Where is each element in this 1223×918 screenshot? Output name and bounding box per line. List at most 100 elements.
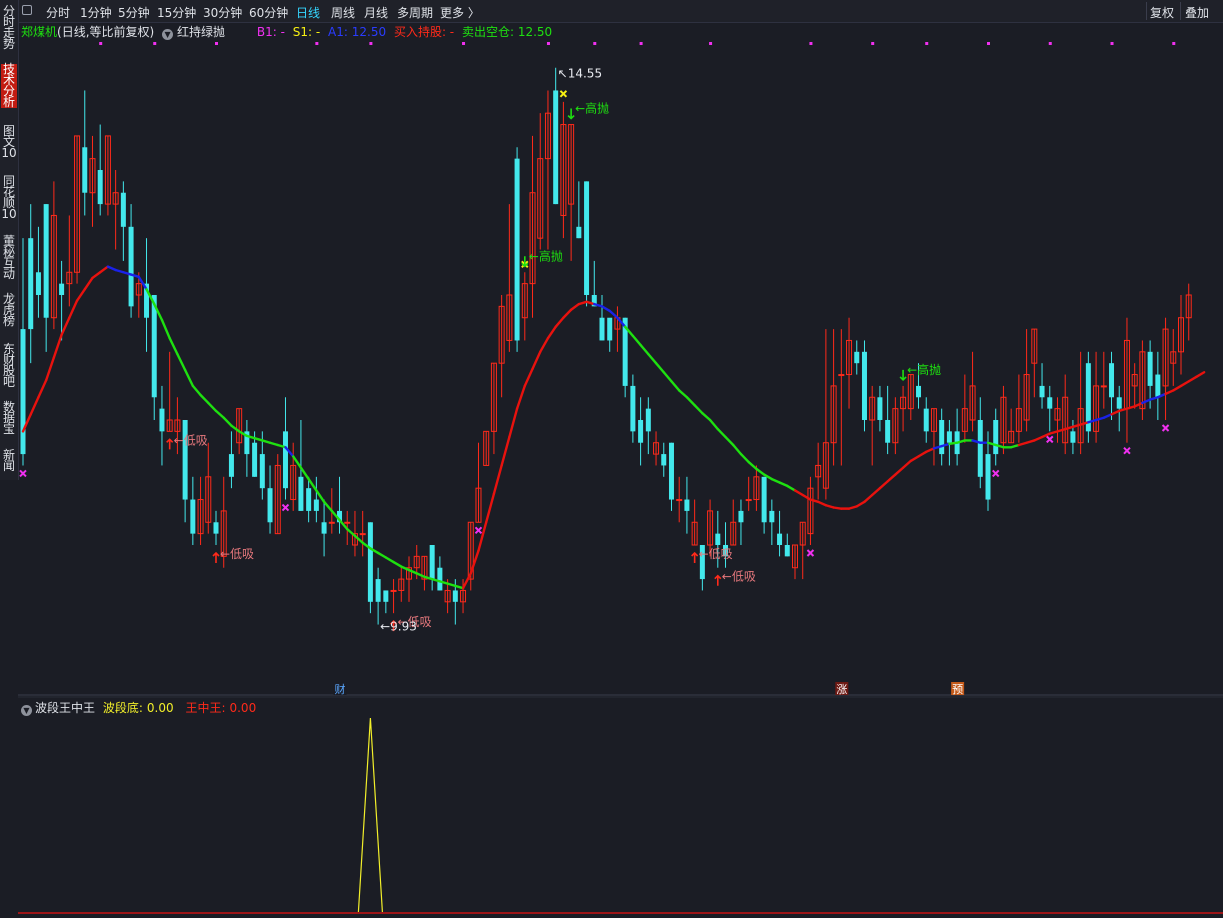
candle-body — [861, 351, 867, 420]
candle-body — [321, 522, 327, 534]
trend-line-segment — [253, 436, 264, 442]
trend-line-segment — [469, 549, 480, 575]
trend-line-segment — [855, 500, 866, 508]
sell-signal-label: ←高抛 — [529, 248, 563, 263]
event-badge-label: 涨 — [836, 683, 847, 696]
trend-line-segment — [1048, 430, 1059, 435]
trend-line-segment — [917, 450, 928, 458]
trend-line-segment — [909, 455, 920, 463]
trend-line-segment — [847, 505, 858, 510]
trend-line-segment — [1172, 384, 1183, 392]
candle-body — [584, 181, 590, 295]
high-price-label: ↖14.55 — [558, 67, 602, 81]
candle-body — [599, 317, 605, 341]
trend-line-segment — [98, 265, 110, 274]
x-marker — [1046, 435, 1054, 444]
trend-line-segment — [446, 582, 457, 588]
buy-arrow — [691, 551, 699, 563]
trend-line-segment — [376, 551, 388, 559]
wave-bottom-line — [357, 717, 383, 913]
candle-body — [977, 420, 983, 477]
candle-body — [359, 533, 366, 536]
candle-body — [985, 454, 991, 500]
trend-line-segment — [901, 459, 912, 469]
candle-body — [838, 374, 845, 377]
low-price-label: ←9.93 — [380, 620, 417, 634]
trend-line-segment — [137, 275, 148, 291]
candle-body — [267, 488, 273, 523]
signal-dot — [462, 42, 466, 45]
candle-body — [1147, 351, 1153, 386]
trend-line-segment — [1017, 441, 1028, 447]
trend-line-segment — [1118, 407, 1129, 413]
trend-line-segment — [477, 521, 488, 552]
trend-line-segment — [786, 484, 797, 492]
trend-line-segment — [400, 565, 411, 572]
trend-line-segment — [708, 418, 719, 431]
trend-line-segment — [647, 352, 658, 365]
event-badge-label: 预 — [952, 683, 963, 696]
sell-arrow — [567, 108, 575, 120]
trend-line-segment — [160, 318, 171, 340]
trend-line-segment — [1133, 401, 1144, 408]
x-marker — [1123, 447, 1131, 455]
trend-line-segment — [739, 452, 750, 464]
trend-line-segment — [554, 316, 565, 329]
candle-body — [306, 488, 312, 511]
trend-line-segment — [322, 500, 333, 513]
candle-body — [684, 499, 690, 511]
trend-line-segment — [114, 268, 125, 274]
trend-line-segment — [461, 572, 472, 590]
trend-line-segment — [508, 407, 519, 439]
candle-body — [1109, 363, 1115, 398]
candle-body — [190, 499, 196, 534]
candle-body — [769, 510, 775, 523]
trend-line-segment — [52, 333, 63, 359]
buy-arrow — [212, 551, 220, 563]
signal-dot — [925, 42, 929, 45]
candle-body — [383, 590, 389, 602]
trend-line-segment — [1094, 416, 1106, 422]
trend-line-segment — [1125, 405, 1136, 410]
trend-line-segment — [407, 568, 418, 575]
trend-line-segment — [824, 504, 835, 509]
candle-body — [128, 226, 134, 307]
trend-line-segment — [415, 572, 426, 579]
candle-body — [1039, 385, 1045, 398]
trend-line-segment — [268, 441, 279, 447]
buy-signal-label: ←低吸 — [174, 433, 208, 447]
trend-line-segment — [392, 560, 403, 568]
x-marker — [474, 526, 483, 534]
trend-line-segment — [654, 361, 665, 374]
trend-line-segment — [724, 435, 735, 447]
trend-line-segment — [701, 411, 712, 422]
trend-line-segment — [894, 466, 905, 476]
candle-body — [777, 533, 783, 545]
candle-body — [661, 454, 667, 466]
candle-body — [1116, 397, 1122, 409]
trend-line-segment — [75, 288, 86, 302]
candle-body — [82, 147, 88, 193]
trend-line-segment — [1040, 432, 1051, 439]
trend-line-segment — [91, 271, 102, 280]
candle-body — [59, 283, 65, 295]
trend-line-segment — [492, 464, 503, 496]
trend-line-segment — [600, 305, 611, 313]
signal-dot — [987, 42, 990, 45]
candle-body — [429, 545, 435, 580]
candle-body — [28, 238, 34, 330]
trend-line-segment — [292, 455, 303, 469]
trend-line-segment — [693, 404, 704, 415]
trend-line-segment — [1110, 409, 1121, 416]
kline-chart[interactable]: ←低吸←低吸←低吸←低吸←低吸←高抛←高抛←高抛↖14.55←9.93财涨预 — [0, 0, 1223, 918]
trend-line-segment — [809, 498, 820, 504]
trend-line-segment — [577, 300, 588, 306]
candle-body — [97, 170, 103, 205]
trend-line-segment — [793, 489, 804, 497]
event-badge-label: 财 — [335, 682, 346, 696]
trend-line-segment — [863, 493, 874, 504]
candle-body — [877, 397, 883, 420]
trend-line-segment — [685, 396, 696, 407]
candle-body — [854, 351, 860, 364]
trend-line-segment — [500, 435, 511, 467]
